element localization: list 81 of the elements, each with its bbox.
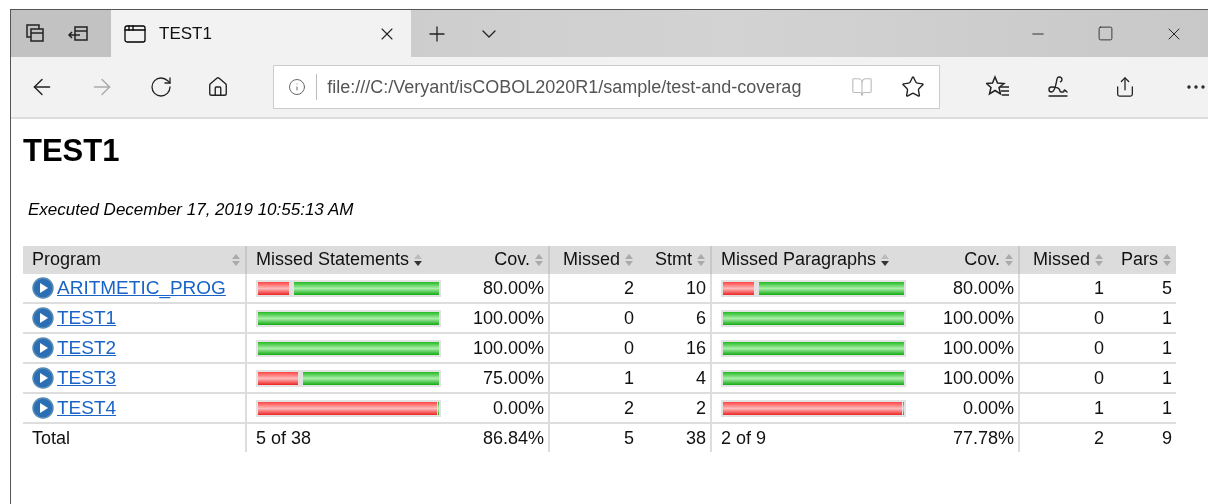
program-link[interactable]: TEST1: [57, 307, 117, 329]
missed-count: 1: [1094, 277, 1104, 298]
play-icon: [32, 277, 54, 299]
column-header[interactable]: Stmt: [638, 246, 711, 273]
coverage-value: 80.00%: [952, 277, 1014, 298]
column-header[interactable]: Missed Paragraphs: [711, 246, 916, 273]
total-count: 38: [685, 427, 706, 448]
play-icon: [32, 397, 54, 419]
missed-bar: [723, 281, 755, 295]
coverage-value: 100.00%: [942, 307, 1014, 328]
total-count: 1: [1162, 307, 1172, 328]
missed-count: 0: [1094, 307, 1104, 328]
play-icon: [32, 367, 54, 389]
missed-count: 1: [624, 367, 634, 388]
program-link[interactable]: TEST4: [57, 397, 117, 419]
total-count: 2: [696, 397, 706, 418]
missed-bar: [258, 371, 299, 385]
tabs-icon: [25, 22, 47, 45]
executed-text: Executed December 17, 2019 10:55:13 AM: [28, 200, 355, 220]
column-header[interactable]: Pars: [1108, 246, 1176, 273]
url-text: file:///C:/Veryant/isCOBOL2020R1/sample/test-and-coverag: [327, 76, 803, 98]
total-count: 6: [696, 307, 706, 328]
missed-bar: [258, 281, 290, 295]
share-button[interactable]: [1114, 76, 1136, 98]
column-header[interactable]: Program: [23, 246, 246, 273]
total-label: Total: [32, 427, 71, 448]
missed-count: 1: [1094, 397, 1104, 418]
total-count: 16: [685, 337, 706, 358]
missed-count: 0: [624, 337, 634, 358]
total-count: 1: [1162, 367, 1172, 388]
coverage-value: 0.00%: [962, 397, 1014, 418]
notes-button[interactable]: [1046, 75, 1070, 99]
summary-text: 2 of 9: [721, 427, 767, 448]
browser-tab[interactable]: TEST1: [111, 10, 411, 57]
play-icon: [32, 337, 54, 359]
refresh-button[interactable]: [149, 75, 173, 99]
total-count: 4: [696, 367, 706, 388]
missed-count: 0: [1094, 367, 1104, 388]
maximize-button[interactable]: [1097, 25, 1114, 42]
sort-icon[interactable]: [413, 253, 424, 268]
page-title: TEST1: [23, 133, 121, 169]
address-bar[interactable]: file:///C:/Veryant/isCOBOL2020R1/sample/test-and-coverag: [273, 65, 940, 109]
column-header[interactable]: Missed Statements: [246, 246, 451, 273]
program-link[interactable]: TEST2: [57, 337, 117, 359]
reading-view-icon: [851, 76, 873, 98]
total-count: 1: [1162, 397, 1172, 418]
coverage-value: 100.00%: [472, 337, 544, 358]
coverage-value: 80.00%: [482, 277, 544, 298]
total-count: 10: [685, 277, 706, 298]
summary-text: 5 of 38: [256, 427, 312, 448]
missed-count: 5: [624, 427, 634, 448]
coverage-value: 77.78%: [952, 427, 1014, 448]
home-button[interactable]: [207, 76, 229, 98]
total-count: 5: [1162, 277, 1172, 298]
missed-count: 0: [624, 307, 634, 328]
favorites-button[interactable]: [986, 75, 1010, 99]
missed-count: 0: [1094, 337, 1104, 358]
total-count: 9: [1162, 427, 1172, 448]
program-link[interactable]: ARITMETIC_PROG: [57, 277, 226, 299]
tab-title: TEST1: [159, 23, 213, 44]
play-icon: [32, 307, 54, 329]
favorite-button[interactable]: [901, 75, 925, 99]
column-header[interactable]: Cov.: [451, 246, 549, 273]
total-count: 1: [1162, 337, 1172, 358]
sort-icon[interactable]: [880, 253, 891, 268]
favorites-list-icon: [986, 75, 1010, 99]
missed-count: 2: [1094, 427, 1104, 448]
column-header[interactable]: Cov.: [916, 246, 1019, 273]
tabs-button[interactable]: [25, 22, 47, 45]
program-link[interactable]: TEST3: [57, 367, 117, 389]
coverage-value: 100.00%: [472, 307, 544, 328]
column-header[interactable]: Missed: [1019, 246, 1108, 273]
coverage-value: 100.00%: [942, 337, 1014, 358]
column-header[interactable]: Missed: [549, 246, 638, 273]
coverage-value: 0.00%: [492, 397, 544, 418]
coverage-value: 86.84%: [482, 427, 544, 448]
info-icon: [288, 78, 307, 96]
coverage-value: 100.00%: [942, 367, 1014, 388]
coverage-value: 75.00%: [482, 367, 544, 388]
missed-count: 2: [624, 397, 634, 418]
missed-count: 2: [624, 277, 634, 298]
